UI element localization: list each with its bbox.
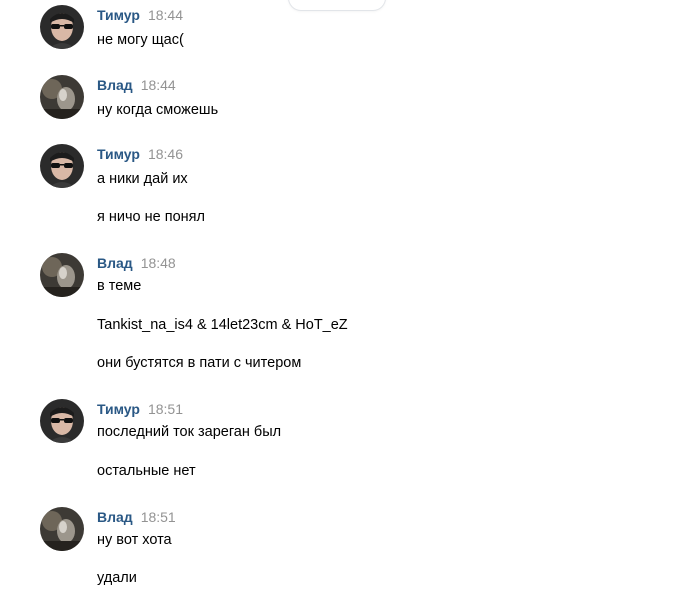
chat-history: Тимур 18:44 не могу щас( Влад 18:44 ну ког… <box>0 0 677 609</box>
message-header: Тимур 18:51 <box>97 399 183 419</box>
vlad-avatar-icon <box>40 507 84 551</box>
author-name[interactable]: Влад <box>97 509 133 525</box>
message-text: я ничо не понял <box>97 209 205 225</box>
message-time[interactable]: 18:51 <box>141 509 176 525</box>
timur-avatar-icon <box>40 5 84 49</box>
message-text: Tankist_na_is4 & 14let23cm & HoT_eZ <box>97 317 348 333</box>
scroll-indicator-pill[interactable] <box>289 0 385 10</box>
timur-avatar-icon <box>40 399 84 443</box>
author-name[interactable]: Тимур <box>97 146 140 162</box>
author-name[interactable]: Влад <box>97 77 133 93</box>
message-text: остальные нет <box>97 463 196 479</box>
message-text: ну когда сможешь <box>97 102 219 118</box>
message-time[interactable]: 18:51 <box>148 401 183 417</box>
message-header: Тимур 18:44 <box>97 5 183 25</box>
message-time[interactable]: 18:46 <box>148 146 183 162</box>
avatar[interactable] <box>40 507 84 551</box>
vlad-avatar-icon <box>40 253 84 297</box>
avatar[interactable] <box>40 5 84 49</box>
message-time[interactable]: 18:44 <box>148 7 183 23</box>
avatar[interactable] <box>40 399 84 443</box>
avatar[interactable] <box>40 253 84 297</box>
message-text: в теме <box>97 278 142 294</box>
message-header: Влад 18:48 <box>97 253 176 273</box>
message-text: не могу щас( <box>97 32 184 48</box>
message-time[interactable]: 18:48 <box>141 255 176 271</box>
message-header: Тимур 18:46 <box>97 144 183 164</box>
timur-avatar-icon <box>40 144 84 188</box>
message-text: а ники дай их <box>97 171 188 187</box>
message-text: удали <box>97 570 137 586</box>
message-header: Влад 18:51 <box>97 507 176 527</box>
message-text: ну вот хота <box>97 532 172 548</box>
message-text: они бустятся в пати с читером <box>97 355 302 371</box>
message-header: Влад 18:44 <box>97 75 176 95</box>
message-text: последний ток зареган был <box>97 424 282 440</box>
avatar[interactable] <box>40 75 84 119</box>
author-name[interactable]: Тимур <box>97 401 140 417</box>
vlad-avatar-icon <box>40 75 84 119</box>
message-time[interactable]: 18:44 <box>141 77 176 93</box>
avatar[interactable] <box>40 144 84 188</box>
author-name[interactable]: Влад <box>97 255 133 271</box>
author-name[interactable]: Тимур <box>97 7 140 23</box>
